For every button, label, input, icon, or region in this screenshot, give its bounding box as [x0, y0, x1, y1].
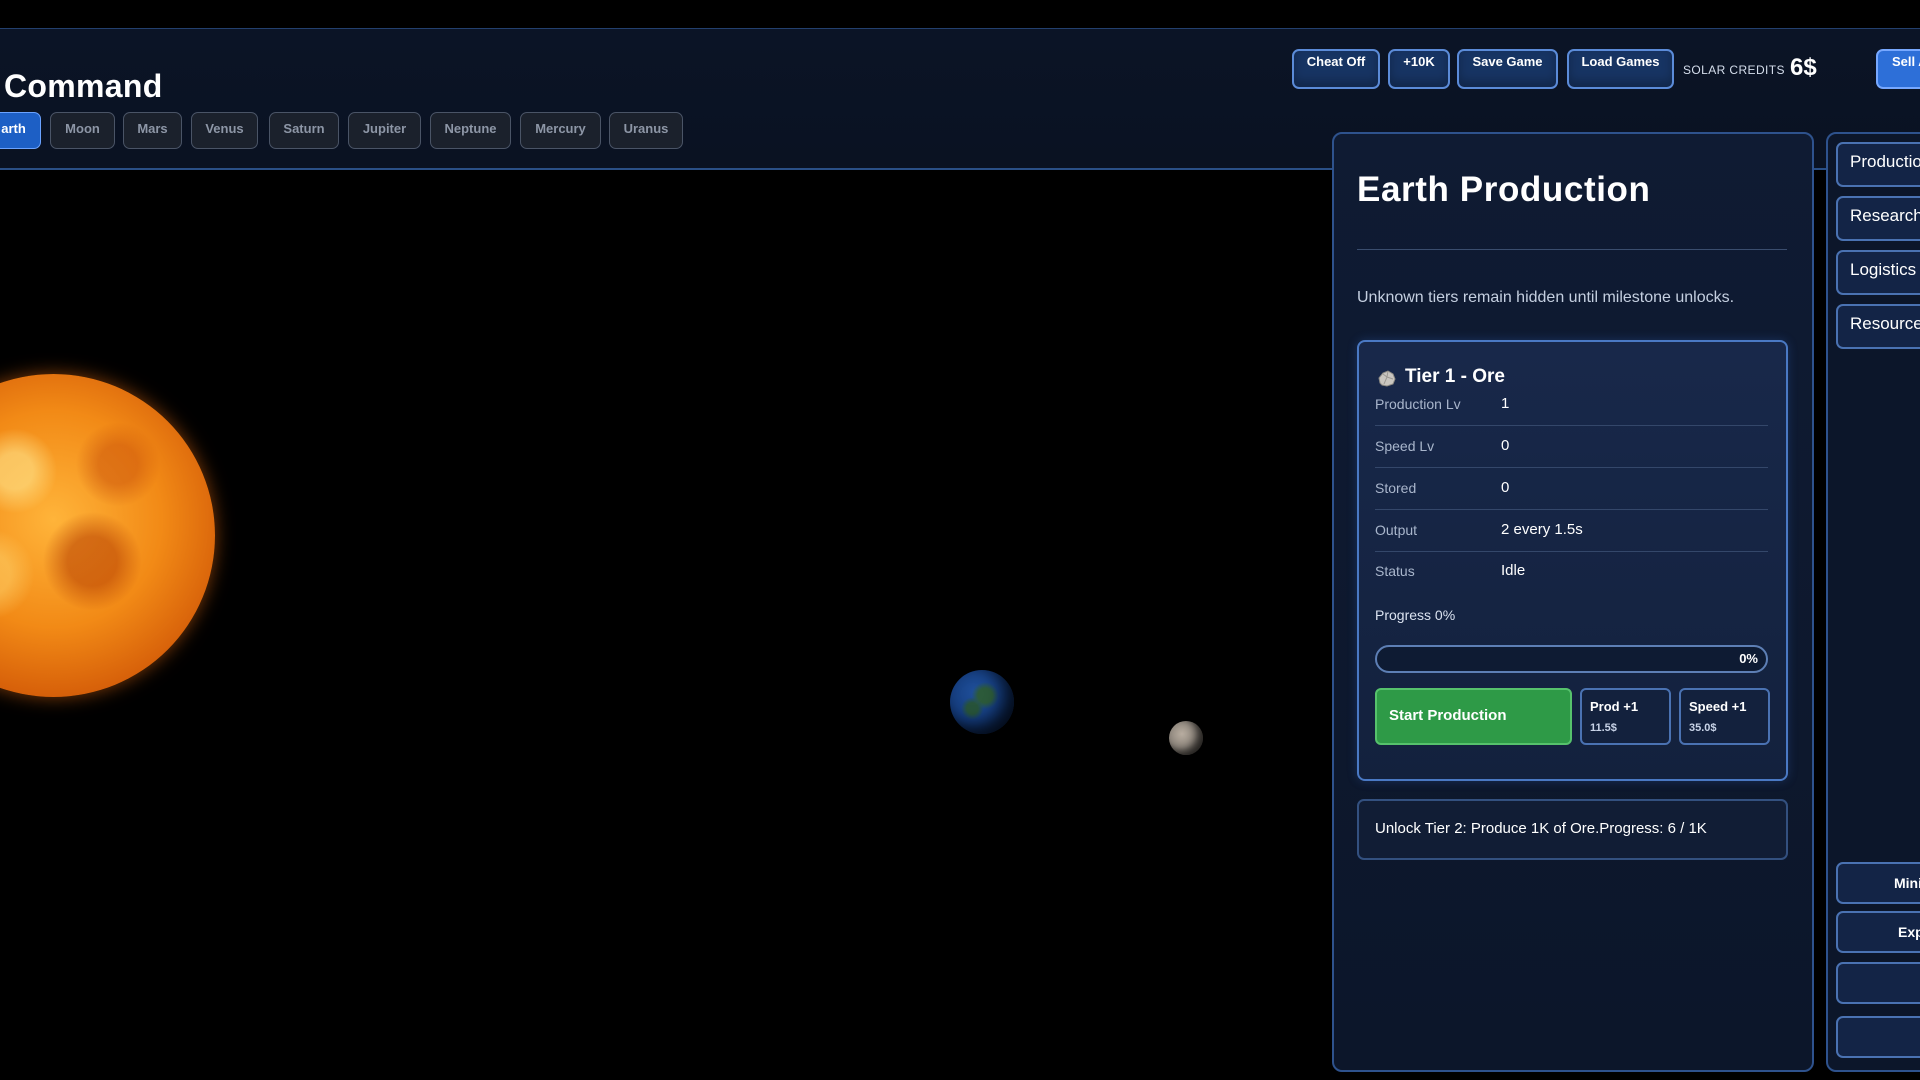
earth-planet[interactable] — [950, 670, 1014, 734]
progress-percent: 0% — [1739, 651, 1758, 666]
planet-tab-saturn[interactable]: Saturn — [269, 112, 339, 149]
game-screen: Command arth Moon Mars Venus Saturn Jupi… — [0, 0, 1920, 1080]
minimize-button[interactable]: Mini — [1836, 862, 1920, 904]
unlock-milestone-box: Unlock Tier 2: Produce 1K of Ore.Progres… — [1357, 799, 1788, 860]
space-view[interactable] — [0, 168, 1333, 1080]
cheat-toggle-button[interactable]: Cheat Off — [1292, 49, 1380, 89]
stat-row-status: Status Idle — [1375, 551, 1768, 592]
planet-tab-mars[interactable]: Mars — [123, 112, 182, 149]
sell-all-button[interactable]: Sell A — [1876, 49, 1920, 89]
unlock-milestone-text: Unlock Tier 2: Produce 1K of Ore.Progres… — [1375, 820, 1707, 837]
stat-value: 0 — [1501, 479, 1510, 496]
stat-label: Production Lv — [1375, 396, 1461, 412]
right-sidebar: Production Research Logistics Resources … — [1826, 132, 1920, 1072]
stat-value: 0 — [1501, 437, 1510, 454]
planet-tab-jupiter[interactable]: Jupiter — [348, 112, 421, 149]
sun-planet[interactable] — [0, 374, 215, 697]
stat-row-output: Output 2 every 1.5s — [1375, 510, 1768, 552]
production-panel: Earth Production Unknown tiers remain hi… — [1332, 132, 1814, 1072]
planet-tab-neptune[interactable]: Neptune — [430, 112, 511, 149]
load-games-button[interactable]: Load Games — [1567, 49, 1674, 89]
upgrade-label: Prod +1 — [1590, 699, 1639, 714]
stat-row-stored: Stored 0 — [1375, 468, 1768, 510]
app-title: Command — [4, 68, 163, 104]
progress-label: Progress 0% — [1375, 607, 1456, 623]
save-game-button[interactable]: Save Game — [1457, 49, 1558, 89]
solar-credits-value: 6$ — [1790, 54, 1817, 81]
stat-label: Status — [1375, 563, 1415, 579]
stat-value: 1 — [1501, 395, 1510, 412]
planet-tab-moon[interactable]: Moon — [50, 112, 115, 149]
prev-arrow-button[interactable]: < — [1836, 962, 1920, 1004]
stat-label: Speed Lv — [1375, 438, 1435, 454]
sidebar-tab-logistics[interactable]: Logistics — [1836, 250, 1920, 295]
tier-hint-text: Unknown tiers remain hidden until milest… — [1357, 289, 1735, 306]
panel-divider — [1357, 249, 1787, 250]
sidebar-tab-resources[interactable]: Resources — [1836, 304, 1920, 349]
upgrade-cost: 35.0$ — [1689, 722, 1717, 734]
prod-upgrade-button[interactable]: Prod +1 11.5$ — [1580, 688, 1671, 745]
next-arrow-button[interactable]: > — [1836, 1016, 1920, 1058]
stat-label: Output — [1375, 522, 1418, 538]
planet-tab-uranus[interactable]: Uranus — [609, 112, 683, 149]
start-production-button[interactable]: Start Production — [1375, 688, 1572, 745]
progress-bar: 0% — [1375, 645, 1768, 673]
solar-credits-label: SOLAR CREDITS — [1683, 63, 1785, 77]
planet-tab-venus[interactable]: Venus — [191, 112, 258, 149]
stat-label: Stored — [1375, 480, 1417, 496]
stat-row-production-lv: Production Lv 1 — [1375, 384, 1768, 426]
tier-card: Tier 1 - Ore Production Lv 1 Speed Lv 0 … — [1357, 340, 1788, 781]
stat-value: 2 every 1.5s — [1501, 521, 1583, 538]
sidebar-tab-production[interactable]: Production — [1836, 142, 1920, 187]
sidebar-tab-research[interactable]: Research — [1836, 196, 1920, 241]
panel-title: Earth Production — [1357, 170, 1651, 209]
upgrade-label: Speed +1 — [1689, 699, 1747, 714]
add-10k-button[interactable]: +10K — [1388, 49, 1450, 89]
planet-tab-mercury[interactable]: Mercury — [520, 112, 601, 149]
stat-row-speed-lv: Speed Lv 0 — [1375, 426, 1768, 468]
upgrade-cost: 11.5$ — [1590, 722, 1617, 734]
stat-value: Idle — [1501, 562, 1526, 579]
expand-button[interactable]: Exp — [1836, 911, 1920, 953]
moon-planet[interactable] — [1169, 721, 1203, 755]
planet-tab-earth[interactable]: arth — [0, 112, 41, 149]
speed-upgrade-button[interactable]: Speed +1 35.0$ — [1679, 688, 1770, 745]
